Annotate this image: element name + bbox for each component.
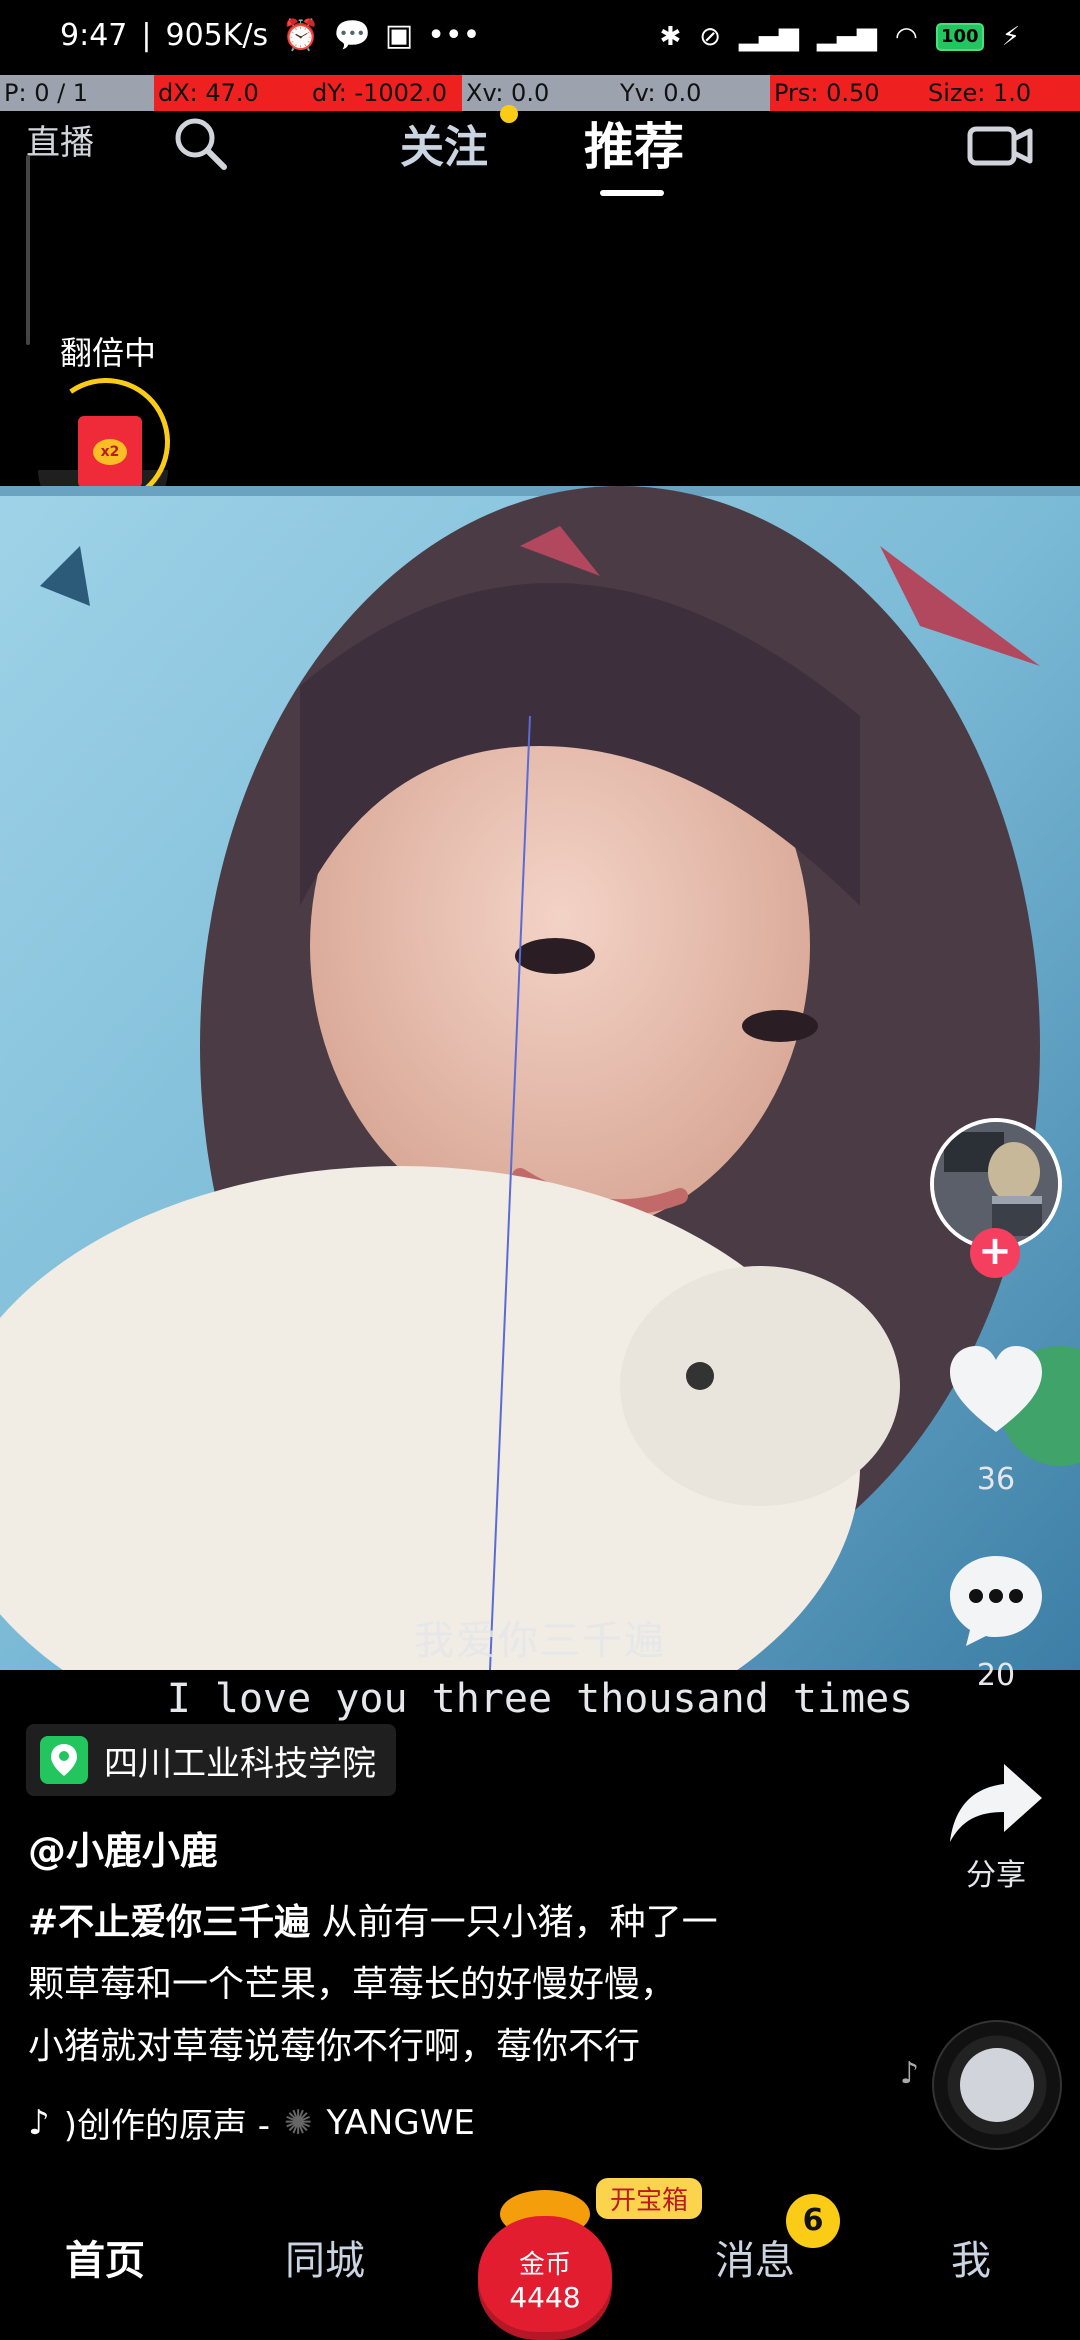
like-icon[interactable]	[944, 1340, 1048, 1444]
share-label: 分享	[966, 1858, 1026, 1893]
music-info[interactable]: ♪ )创作的原声 - ✺ YANGWE	[28, 2098, 528, 2147]
live-button[interactable]: 直播	[26, 115, 94, 164]
battery-icon: 100	[935, 23, 984, 51]
status-time: 9:47	[60, 18, 128, 53]
message-icon: ▣	[384, 18, 414, 53]
top-nav: 直播 关注 推荐	[0, 95, 1080, 345]
share-icon[interactable]	[944, 1750, 1048, 1854]
status-divider: |	[141, 18, 152, 53]
live-side-bar	[26, 155, 30, 345]
video-frame-image	[0, 486, 1080, 1670]
charging-icon: ⚡	[1001, 22, 1020, 52]
signal-icon: ▂▄▆	[739, 22, 800, 52]
signal2-icon: ▂▄▆	[817, 22, 878, 52]
tiktok-note-icon: ♪	[28, 2102, 50, 2143]
location-pin-icon	[40, 1736, 88, 1784]
caption-line-2: 颗草莓和一个芒果，草莓长的好慢好慢，	[28, 1964, 677, 2005]
comment-icon[interactable]	[944, 1548, 1048, 1652]
coin-bag-button[interactable]: 金币 4448	[478, 2216, 612, 2340]
follow-new-dot	[500, 105, 518, 123]
wechat-icon: 💬	[333, 18, 371, 53]
caption-line-3: 小猪就对草莓说莓你不行啊，莓你不行	[28, 2026, 641, 2067]
active-tab-indicator	[600, 190, 664, 196]
music-disc-cover	[960, 2048, 1034, 2122]
status-bar: 9:47 | 905K/s ⏰ 💬 ▣ ••• ✱ ⊘ ▂▄▆ ▂▄▆ ◠ 10…	[0, 0, 1080, 80]
video-subtitle-english: I love you three thousand times	[166, 1676, 914, 1722]
nfc-icon: ⊘	[699, 22, 722, 52]
follow-author-button[interactable]: +	[970, 1228, 1020, 1278]
coin-label: 金币	[518, 2250, 571, 2280]
spider-icon: ✺	[284, 2102, 313, 2143]
bluetooth-icon: ✱	[659, 22, 682, 52]
nav-me[interactable]: 我	[896, 2228, 1046, 2286]
more-icon: •••	[427, 18, 481, 53]
nav-home[interactable]: 首页	[30, 2228, 180, 2286]
author-name[interactable]: @小鹿小鹿	[28, 1820, 218, 1875]
coin-count: 4448	[509, 2281, 581, 2314]
bottom-nav: 首页 同城 金币 4448 开宝箱 消息 6 我	[0, 2170, 1080, 2340]
red-packet-icon: x2	[93, 439, 127, 465]
video-subtitle-chinese: 我爱你三千遍	[414, 1618, 666, 1664]
nav-nearby[interactable]: 同城	[250, 2228, 400, 2286]
music-title: )创作的原声 -	[63, 2106, 271, 2146]
alarm-icon: ⏰	[282, 18, 320, 53]
double-reward-label: 翻倍中	[60, 334, 157, 372]
location-name: 四川工业科技学院	[104, 1743, 376, 1784]
red-packet-button[interactable]: x2	[78, 416, 142, 488]
wifi-icon: ◠	[895, 22, 918, 52]
caption-line-1: 从前有一只小猪，种了一	[321, 1902, 718, 1943]
tab-recommend[interactable]: 推荐	[584, 107, 684, 179]
status-left: 9:47 | 905K/s ⏰ 💬 ▣ •••	[60, 18, 480, 53]
messages-badge: 6	[786, 2194, 840, 2248]
search-icon[interactable]	[170, 113, 230, 173]
music-note-icon: ♪	[900, 2056, 920, 2091]
music-author: YANGWE	[326, 2102, 475, 2143]
location-tag[interactable]: 四川工业科技学院	[26, 1724, 396, 1796]
open-treasure-tag[interactable]: 开宝箱	[596, 2178, 703, 2219]
tab-follow[interactable]: 关注	[400, 111, 488, 175]
net-speed: 905K/s	[165, 18, 269, 53]
status-right: ✱ ⊘ ▂▄▆ ▂▄▆ ◠ 100 ⚡	[659, 22, 1020, 52]
video-player[interactable]	[0, 486, 1080, 1670]
camera-icon[interactable]	[966, 115, 1036, 175]
comment-count: 20	[976, 1658, 1016, 1693]
hashtag-link[interactable]: #不止爱你三千遍	[28, 1902, 310, 1943]
post-caption[interactable]: #不止爱你三千遍 从前有一只小猪，种了一 颗草莓和一个芒果，草莓长的好慢好慢， …	[28, 1892, 818, 2078]
like-count: 36	[976, 1462, 1016, 1497]
